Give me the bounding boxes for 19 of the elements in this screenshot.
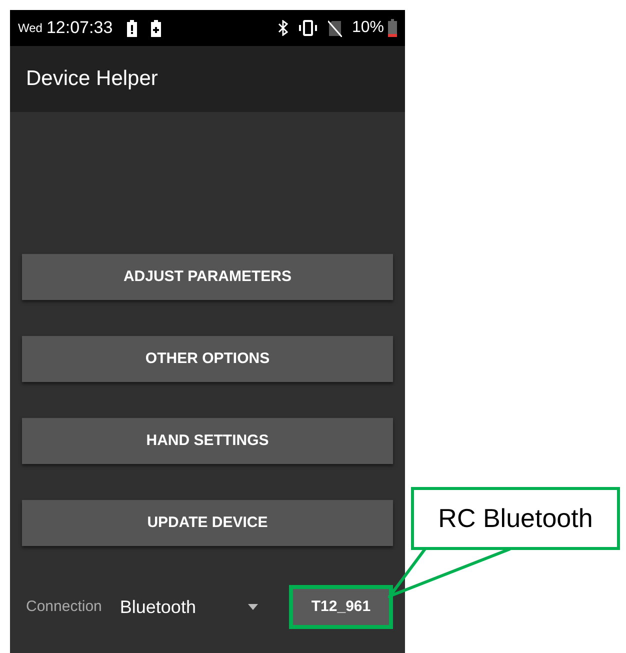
battery-charging-icon [150, 20, 161, 36]
dropdown-caret-icon [248, 604, 258, 610]
bluetooth-icon [278, 20, 288, 36]
connection-dropdown[interactable]: Bluetooth [120, 589, 258, 625]
status-time: 12:07:33 [46, 17, 113, 40]
battery-alert-icon [126, 20, 137, 36]
device-button[interactable]: T12_961 [289, 585, 393, 629]
menu-button[interactable]: OTHER OPTIONS [22, 336, 393, 382]
no-sim-icon [328, 20, 342, 36]
app-title: Device Helper [26, 66, 158, 92]
battery-low-icon [388, 19, 397, 37]
menu-button[interactable]: ADJUST PARAMETERS [22, 254, 393, 300]
connection-label: Connection [26, 596, 102, 617]
battery-percent: 10% [352, 18, 384, 38]
status-day: Wed [18, 19, 42, 37]
menu-button[interactable]: HAND SETTINGS [22, 418, 393, 464]
menu-button[interactable]: UPDATE DEVICE [22, 500, 393, 546]
vibrate-icon [298, 20, 318, 36]
callout-label: RC Bluetooth [411, 487, 620, 550]
